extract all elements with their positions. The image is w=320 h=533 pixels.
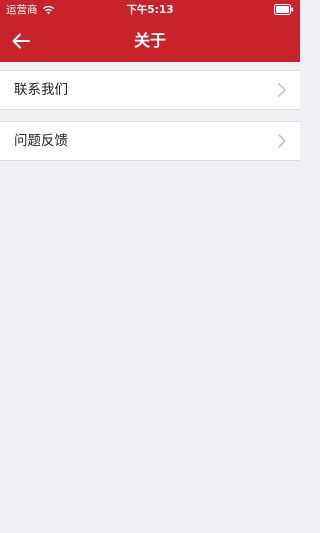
chevron-right-icon bbox=[278, 83, 286, 97]
battery-icon bbox=[274, 4, 294, 15]
chevron-right-icon bbox=[278, 134, 286, 148]
about-screen: 运营商 下午5:13 关于 联系我们 问题反馈 bbox=[0, 0, 300, 533]
feedback-label: 问题反馈 bbox=[14, 133, 68, 149]
page-title: 关于 bbox=[133, 31, 166, 50]
back-button[interactable] bbox=[6, 26, 36, 56]
arrow-left-icon bbox=[12, 33, 30, 49]
contact-us-label: 联系我们 bbox=[14, 82, 68, 98]
contact-us-row[interactable]: 联系我们 bbox=[0, 70, 300, 110]
status-bar: 运营商 下午5:13 bbox=[0, 0, 300, 20]
navigation-bar: 关于 bbox=[0, 20, 300, 62]
feedback-row[interactable]: 问题反馈 bbox=[0, 121, 300, 161]
status-time: 下午5:13 bbox=[126, 4, 174, 16]
